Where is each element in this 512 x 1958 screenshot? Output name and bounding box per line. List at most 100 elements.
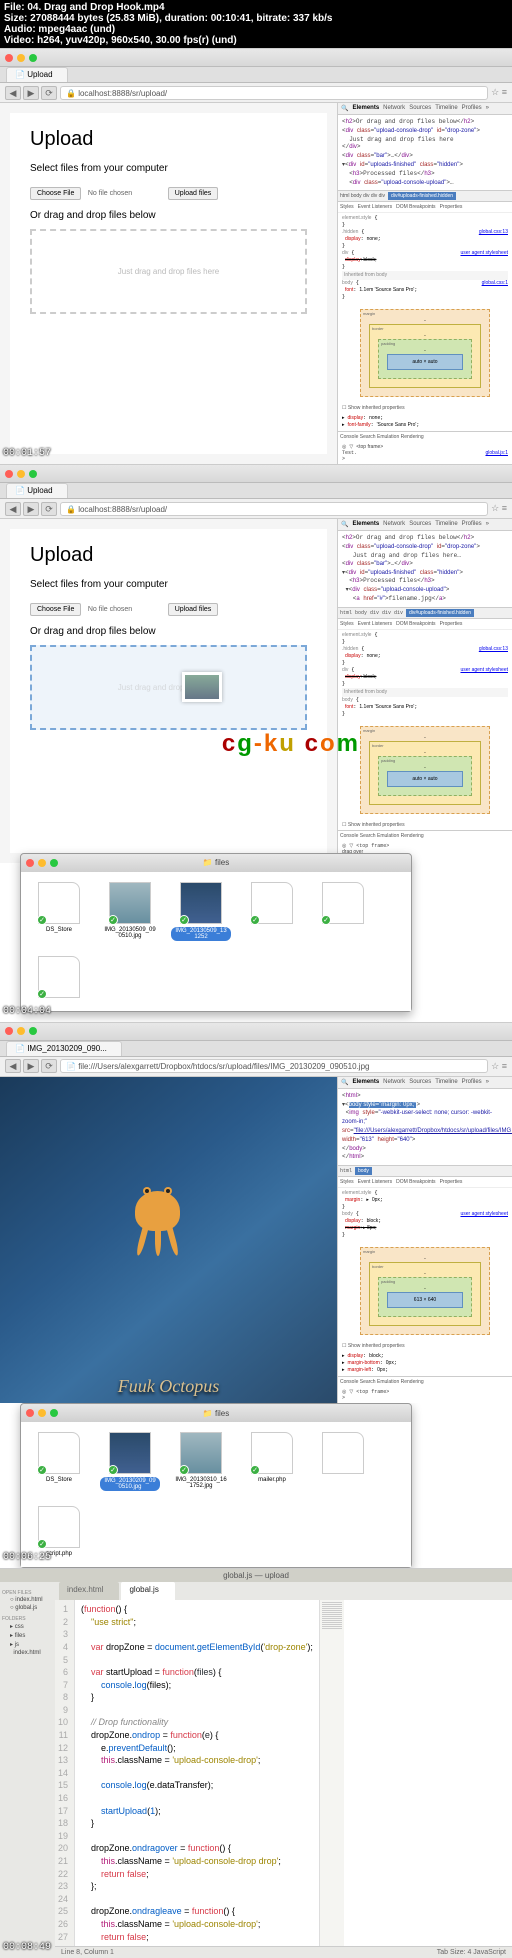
box-model: margin- border- padding- auto × auto (360, 726, 490, 814)
timestamp: 00:08:49 (3, 1942, 51, 1953)
zoom-icon[interactable] (29, 1027, 37, 1035)
file-item[interactable]: ✓IMG_20130310_16 1752.jpg (173, 1432, 229, 1491)
minimize-icon[interactable] (38, 1409, 46, 1417)
file-item[interactable]: ✓ (244, 882, 300, 941)
dom-breadcrumb[interactable]: html body div div div div#uploads-finish… (338, 607, 512, 619)
drop-zone[interactable]: Just drag and drop files here (30, 229, 307, 314)
elements-tree[interactable]: <html> ▾<body style="margin: 0px;"> <img… (338, 1089, 512, 1165)
watermark: www.cg-ku.com (152, 730, 360, 758)
file-item[interactable] (315, 1432, 371, 1491)
editor-tab[interactable]: index.html (59, 1582, 119, 1600)
url-bar[interactable]: 🔒 localhost:8888/sr/upload/ (60, 86, 488, 100)
drop-zone[interactable]: Just drag and drop files here (30, 645, 307, 730)
browser-tab[interactable]: 📄 Upload (6, 483, 68, 498)
show-inherited-checkbox[interactable]: ☐ Show inherited properties (338, 403, 512, 413)
file-item[interactable]: ✓DS_Store (31, 1432, 87, 1491)
reload-button[interactable]: ⟳ (41, 86, 57, 100)
toolbar: ◀ ▶ ⟳ 🔒 localhost:8888/sr/upload/ ☆ ≡ (0, 499, 512, 519)
select-label: Select files from your computer (30, 163, 307, 174)
editor-tabs[interactable]: index.html global.js (55, 1582, 512, 1600)
css-rules[interactable]: element.style {} .hidden { global.css:13… (338, 630, 512, 720)
url-bar[interactable]: 📄 file:///Users/alexgarrett/Dropbox/htdo… (60, 1059, 488, 1073)
back-button[interactable]: ◀ (5, 86, 21, 100)
file-item[interactable]: ✓ (315, 882, 371, 941)
console-tabs[interactable]: Console Search Emulation Rendering (338, 1376, 512, 1387)
forward-button[interactable]: ▶ (23, 502, 39, 516)
minimize-icon[interactable] (17, 54, 25, 62)
upload-files-button[interactable]: Upload files (168, 187, 219, 200)
zoom-icon[interactable] (50, 1409, 58, 1417)
choose-file-button[interactable]: Choose File (30, 187, 81, 200)
code-area[interactable]: 1234567891011121314151617181920212223242… (55, 1600, 512, 1946)
toolbar-icons: ☆ ≡ (491, 1061, 507, 1072)
zoom-icon[interactable] (29, 470, 37, 478)
reload-button[interactable]: ⟳ (41, 1059, 57, 1073)
css-rules[interactable]: element.style { margin: ▸ 0px;} body { u… (338, 1188, 512, 1241)
devtools-tabs[interactable]: 🔍ElementsNetworkSourcesTimelineProfiles» (338, 1077, 512, 1089)
timestamp: 00:01:57 (3, 448, 51, 459)
styles-tabs[interactable]: StylesEvent ListenersDOM BreakpointsProp… (338, 1177, 512, 1188)
minimize-icon[interactable] (17, 470, 25, 478)
media-size: Size: 27088444 bytes (25.83 MiB), durati… (4, 13, 508, 24)
dom-breadcrumb[interactable]: html body div div div div#uploads-finish… (338, 190, 512, 202)
browser-tab[interactable]: 📄 IMG_20130209_090... (6, 1041, 122, 1056)
close-icon[interactable] (26, 859, 34, 867)
show-inherited-checkbox[interactable]: ☐ Show inherited properties (338, 820, 512, 830)
browser-tab[interactable]: 📄 Upload (6, 67, 68, 82)
elements-tree[interactable]: <h2>Or drag and drop files below</h2> <d… (338, 531, 512, 606)
frame-2: www.cg-ku.com 📄 Upload ◀ ▶ ⟳ 🔒 localhost… (0, 464, 512, 1021)
back-button[interactable]: ◀ (5, 1059, 21, 1073)
file-item[interactable]: ✓mailer.php (244, 1432, 300, 1491)
url-bar[interactable]: 🔒 localhost:8888/sr/upload/ (60, 502, 488, 516)
zoom-icon[interactable] (29, 54, 37, 62)
file-mode: Tab Size: 4 JavaScript (437, 1949, 506, 1956)
file-item[interactable]: ✓IMG_20130209_09 0510.jpg (102, 1432, 158, 1491)
close-icon[interactable] (5, 1027, 13, 1035)
file-item[interactable]: ✓script.php (31, 1506, 87, 1557)
timestamp: 00:04:04 (3, 1006, 51, 1017)
close-icon[interactable] (5, 54, 13, 62)
console-tabs[interactable]: Console Search Emulation Rendering (338, 431, 512, 442)
file-item[interactable]: ✓ (31, 956, 87, 1001)
devtools-tabs[interactable]: 🔍ElementsNetworkSourcesTimelineProfiles» (338, 103, 512, 115)
editor-sidebar[interactable]: OPEN FILES ○ index.html ○ global.js FOLD… (0, 1582, 55, 1958)
box-model: margin- border- padding- auto × auto (360, 309, 490, 397)
forward-button[interactable]: ▶ (23, 1059, 39, 1073)
forward-button[interactable]: ▶ (23, 86, 39, 100)
no-file-label: No file chosen (88, 606, 132, 613)
code-lines[interactable]: (function() { "use strict"; var dropZone… (75, 1600, 319, 1946)
upload-files-button[interactable]: Upload files (168, 603, 219, 616)
zoom-icon[interactable] (50, 859, 58, 867)
close-icon[interactable] (26, 1409, 34, 1417)
elements-tree[interactable]: <h2>Or drag and drop files below</h2> <d… (338, 115, 512, 190)
reload-button[interactable]: ⟳ (41, 502, 57, 516)
editor-tab[interactable]: global.js (121, 1582, 174, 1600)
box-model: margin- border- padding- 613 × 640 (360, 1247, 490, 1335)
devtools-tabs[interactable]: 🔍ElementsNetworkSourcesTimelineProfiles» (338, 519, 512, 531)
finder-window[interactable]: 📁 files ✓DS_Store ✓IMG_20130209_09 0510.… (20, 1403, 412, 1568)
console-output[interactable]: ◎ ▽ <top frame>> (338, 1387, 512, 1403)
file-item[interactable]: ✓IMG_20130509_09 0510.jpg (102, 882, 158, 941)
finder-window[interactable]: 📁 files ✓DS_Store ✓IMG_20130509_09 0510.… (20, 853, 412, 1012)
console-output[interactable]: ◎ ▽ <top frame> Test. global.js:1> (338, 442, 512, 464)
console-tabs[interactable]: Console Search Emulation Rendering (338, 830, 512, 841)
css-rules[interactable]: element.style {} .hidden { global.css:13… (338, 213, 512, 303)
tab-strip: 📄 Upload (0, 67, 512, 83)
file-item[interactable]: ✓IMG_20130509_13 1252 (173, 882, 229, 941)
browser-titlebar (0, 49, 512, 67)
close-icon[interactable] (5, 470, 13, 478)
minimize-icon[interactable] (38, 859, 46, 867)
browser-titlebar (0, 1023, 512, 1041)
file-item[interactable]: ✓DS_Store (31, 882, 87, 941)
back-button[interactable]: ◀ (5, 502, 21, 516)
show-inherited-checkbox[interactable]: ☐ Show inherited properties (338, 1341, 512, 1351)
minimize-icon[interactable] (17, 1027, 25, 1035)
toolbar: ◀ ▶ ⟳ 🔒 localhost:8888/sr/upload/ ☆ ≡ (0, 83, 512, 103)
styles-tabs[interactable]: StylesEvent ListenersDOM BreakpointsProp… (338, 619, 512, 630)
styles-tabs[interactable]: StylesEvent ListenersDOM BreakpointsProp… (338, 202, 512, 213)
choose-file-button[interactable]: Choose File (30, 603, 81, 616)
minimap[interactable] (319, 1600, 344, 1946)
line-numbers: 1234567891011121314151617181920212223242… (55, 1600, 75, 1946)
dom-breadcrumb[interactable]: html body (338, 1165, 512, 1177)
drop-label: Or drag and drop files below (30, 626, 307, 637)
